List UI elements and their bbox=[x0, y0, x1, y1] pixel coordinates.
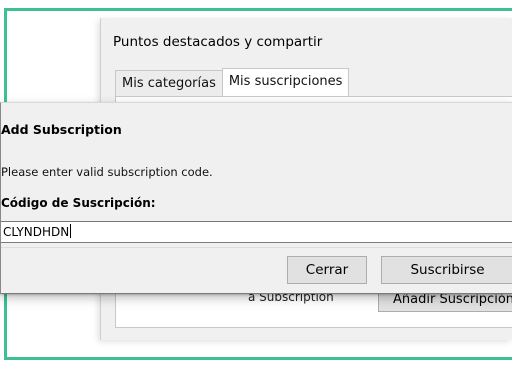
text-caret bbox=[70, 224, 72, 238]
subscription-code-value: CLYNDHDN bbox=[3, 225, 70, 239]
dialog-title: Add Subscription bbox=[1, 122, 122, 137]
subscription-code-label: Código de Suscripción: bbox=[1, 196, 156, 210]
window-title: Puntos destacados y compartir bbox=[113, 34, 323, 50]
tab-strip: Mis categorías Mis suscripciones bbox=[115, 68, 350, 96]
tab-my-subscriptions[interactable]: Mis suscripciones bbox=[221, 68, 350, 96]
add-subscription-dialog: Add Subscription Please enter valid subs… bbox=[0, 102, 512, 294]
dialog-body: Please enter valid subscription code. Có… bbox=[1, 153, 512, 245]
tab-my-categories[interactable]: Mis categorías bbox=[115, 70, 223, 96]
subscribe-button[interactable]: Suscribirse bbox=[381, 256, 512, 284]
close-button[interactable]: Cerrar bbox=[287, 256, 367, 284]
dialog-title-bar: Add Subscription bbox=[1, 103, 512, 153]
validation-message: Please enter valid subscription code. bbox=[1, 165, 213, 179]
subscription-code-input[interactable]: CLYNDHDN bbox=[1, 221, 512, 243]
dialog-footer: Cerrar Suscribirse bbox=[1, 247, 512, 293]
